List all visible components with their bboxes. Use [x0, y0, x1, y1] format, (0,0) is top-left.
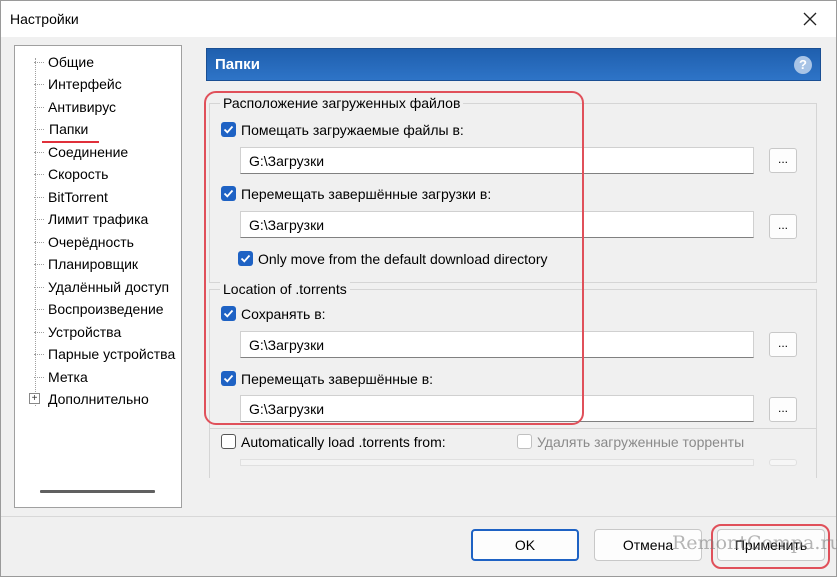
sidebar-item-queueing[interactable]: Очерёдность: [15, 231, 181, 253]
autoload-checkbox[interactable]: [221, 434, 236, 449]
autoload-path-input[interactable]: [240, 459, 754, 466]
panel-title: Папки: [215, 56, 260, 73]
sidebar-item-paired-devices[interactable]: Парные устройства: [15, 343, 181, 365]
autoload-label: Automatically load .torrents from:: [241, 434, 446, 450]
store-browse-button[interactable]: ...: [769, 332, 797, 357]
sidebar-item-connection[interactable]: Соединение: [15, 141, 181, 163]
store-label: Сохранять в:: [241, 306, 326, 322]
sidebar-item-speed[interactable]: Скорость: [15, 163, 181, 185]
checkmark-icon: [223, 309, 234, 318]
move-torrents-label: Перемещать завершённые в:: [241, 371, 434, 387]
sidebar-item-label[interactable]: Метка: [15, 366, 181, 388]
sidebar-item-antivirus[interactable]: Антивирус: [15, 96, 181, 118]
ok-button[interactable]: OK: [471, 529, 579, 561]
close-icon: [803, 12, 817, 26]
delete-loaded-label: Удалять загруженные торренты: [537, 434, 745, 450]
store-checkbox[interactable]: [221, 306, 236, 321]
put-new-label: Помещать загружаемые файлы в:: [241, 122, 464, 138]
store-path-input[interactable]: G:\Загрузки: [240, 331, 754, 358]
sidebar-item-devices[interactable]: Устройства: [15, 321, 181, 343]
delete-loaded-checkbox[interactable]: [517, 434, 532, 449]
sidebar-item-folders[interactable]: Папки: [15, 118, 181, 140]
move-torrents-checkbox[interactable]: [221, 371, 236, 386]
move-completed-checkbox[interactable]: [221, 186, 236, 201]
panel-header: Папки ?: [206, 48, 821, 81]
checkmark-icon: [240, 254, 251, 263]
sidebar-item-advanced[interactable]: + Дополнительно: [15, 388, 181, 410]
sidebar-item-remote[interactable]: Удалённый доступ: [15, 276, 181, 298]
move-torrents-browse-button[interactable]: ...: [769, 397, 797, 422]
autoload-browse-button[interactable]: [769, 459, 797, 466]
settings-tree: Общие Интерфейс Антивирус Папки Соединен…: [14, 45, 182, 508]
put-new-checkbox[interactable]: [221, 122, 236, 137]
sidebar-item-bittorrent[interactable]: BitTorrent: [15, 186, 181, 208]
close-button[interactable]: [790, 3, 830, 35]
put-new-path-input[interactable]: G:\Загрузки: [240, 147, 754, 174]
torrents-group-legend: Location of .torrents: [220, 281, 350, 297]
folders-content: Расположение загруженных файлов Помещать…: [206, 83, 821, 478]
checkmark-icon: [223, 374, 234, 383]
downloads-group-legend: Расположение загруженных файлов: [220, 95, 464, 111]
settings-dialog: Настройки Общие Интерфейс Антивирус Папк…: [0, 0, 837, 577]
watermark: RemontCompa.ru: [672, 532, 837, 554]
expand-icon[interactable]: +: [29, 393, 40, 404]
button-bar-separator: [1, 516, 836, 517]
move-completed-browse-button[interactable]: ...: [769, 214, 797, 239]
help-icon[interactable]: ?: [794, 56, 812, 74]
sidebar-item-traffic-limit[interactable]: Лимит трафика: [15, 208, 181, 230]
window-title: Настройки: [10, 11, 79, 27]
move-completed-label: Перемещать завершённые загрузки в:: [241, 186, 492, 202]
checkmark-icon: [223, 189, 234, 198]
put-new-browse-button[interactable]: ...: [769, 148, 797, 173]
sidebar-item-interface[interactable]: Интерфейс: [15, 73, 181, 95]
move-torrents-path-input[interactable]: G:\Загрузки: [240, 395, 754, 422]
only-default-checkbox[interactable]: [238, 251, 253, 266]
move-completed-path-input[interactable]: G:\Загрузки: [240, 211, 754, 238]
sidebar-item-scheduler[interactable]: Планировщик: [15, 253, 181, 275]
sidebar-item-playback[interactable]: Воспроизведение: [15, 298, 181, 320]
horizontal-scrollbar[interactable]: [40, 490, 155, 493]
only-default-label: Only move from the default download dire…: [258, 251, 548, 267]
title-bar: Настройки: [1, 1, 836, 37]
checkmark-icon: [223, 125, 234, 134]
sidebar-item-general[interactable]: Общие: [15, 51, 181, 73]
